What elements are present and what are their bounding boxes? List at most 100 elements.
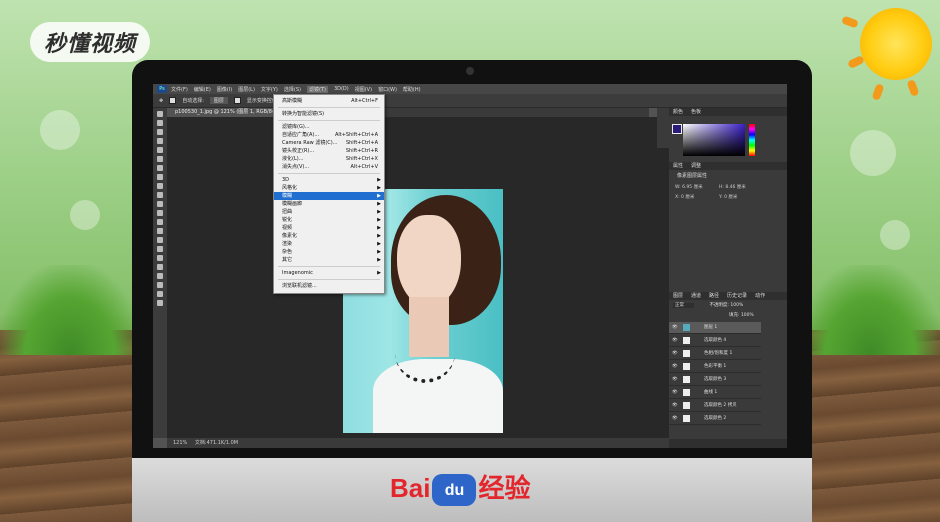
menu-4[interactable]: 文字(Y) — [261, 86, 278, 93]
visibility-eye-icon[interactable]: 👁 — [672, 413, 678, 424]
tab-swatches[interactable]: 色板 — [687, 109, 705, 115]
visibility-eye-icon[interactable]: 👁 — [672, 374, 678, 385]
tool-icon[interactable] — [157, 147, 163, 153]
opacity-field[interactable]: 不透明度: 100% — [709, 303, 743, 308]
tool-icon[interactable] — [157, 246, 163, 252]
tool-icon[interactable] — [157, 165, 163, 171]
filter-menu-item[interactable]: 扭曲 ▶ — [274, 208, 384, 216]
filter-menu-item[interactable]: 模糊 ▶ — [274, 192, 384, 200]
tool-icon[interactable] — [157, 228, 163, 234]
menu-8[interactable]: 视图(V) — [355, 86, 372, 93]
document-tab[interactable]: p100530_1.jpg @ 121% (图层 1, RGB/8#) × — [169, 108, 290, 117]
tool-icon[interactable] — [157, 201, 163, 207]
layer-row[interactable]: 👁 选取颜色 2 — [669, 413, 761, 425]
tool-icon[interactable] — [157, 219, 163, 225]
auto-select-checkbox[interactable] — [169, 97, 177, 104]
tool-icon[interactable] — [157, 291, 163, 297]
filter-menu-item[interactable]: 3D ▶ — [274, 176, 384, 184]
hue-slider[interactable] — [749, 124, 755, 156]
tool-icon[interactable] — [157, 264, 163, 270]
tool-icon[interactable] — [157, 156, 163, 162]
x-field[interactable]: X: 0 厘米 — [675, 194, 694, 200]
layer-row[interactable]: 👁 曲线 1 — [669, 387, 761, 399]
tool-icon[interactable] — [157, 273, 163, 279]
visibility-eye-icon[interactable]: 👁 — [672, 387, 678, 398]
visibility-eye-icon[interactable]: 👁 — [672, 348, 678, 359]
tool-icon[interactable] — [157, 120, 163, 126]
filter-menu-item[interactable]: 高斯模糊 Alt+Ctrl+F — [274, 97, 384, 105]
filter-menu-item[interactable]: 转换为智能滤镜(S) — [274, 110, 384, 118]
tool-icon[interactable] — [157, 237, 163, 243]
filter-menu-item[interactable]: 风格化 ▶ — [274, 184, 384, 192]
show-transform-checkbox[interactable] — [233, 97, 241, 104]
layers-tab[interactable]: 动作 — [751, 293, 769, 299]
menu-10[interactable]: 帮助(H) — [403, 86, 421, 93]
tool-icon[interactable] — [157, 138, 163, 144]
visibility-eye-icon[interactable]: 👁 — [672, 361, 678, 372]
filter-menu-item[interactable]: 浏览联机滤镜... — [274, 282, 384, 290]
filter-menu-item[interactable]: 滤镜库(G)... — [274, 123, 384, 131]
move-tool-icon[interactable]: ✥ — [159, 98, 163, 104]
baidu-text: Bai — [390, 473, 431, 503]
tool-icon[interactable] — [157, 255, 163, 261]
menu-0[interactable]: 文件(F) — [171, 86, 188, 93]
filter-menu-item[interactable]: Camera Raw 滤镜(C)... Shift+Ctrl+A — [274, 139, 384, 147]
tool-icon[interactable] — [157, 282, 163, 288]
menu-1[interactable]: 编辑(E) — [194, 86, 211, 93]
tool-icon[interactable] — [157, 210, 163, 216]
filter-menu-item[interactable]: 消失点(V)... Alt+Ctrl+V — [274, 163, 384, 171]
layers-tab[interactable]: 图层 — [669, 293, 687, 299]
layer-row[interactable]: 👁 选取颜色 3 — [669, 374, 761, 386]
menu-5[interactable]: 选择(S) — [284, 86, 301, 93]
document-canvas[interactable] — [167, 117, 669, 438]
menu-6[interactable]: 滤镜(T) — [306, 85, 328, 93]
filter-menu-item[interactable]: Imagenomic ▶ — [274, 269, 384, 277]
visibility-eye-icon[interactable]: 👁 — [672, 322, 678, 333]
y-field[interactable]: Y: 0 厘米 — [719, 194, 737, 200]
layers-tab[interactable]: 路径 — [705, 293, 723, 299]
layers-footer — [669, 439, 787, 448]
color-picker-field[interactable] — [683, 124, 745, 156]
tab-color[interactable]: 颜色 — [669, 109, 687, 115]
tool-icon[interactable] — [157, 300, 163, 306]
tab-properties[interactable]: 属性 — [669, 163, 687, 169]
layer-row[interactable]: 👁 选取颜色 2 拷贝 — [669, 400, 761, 412]
width-field[interactable]: W: 6.95 厘米 — [675, 184, 703, 190]
menu-2[interactable]: 图像(I) — [217, 86, 232, 93]
layer-row[interactable]: 👁 选取颜色 4 — [669, 335, 761, 347]
menu-3[interactable]: 图层(L) — [238, 86, 255, 93]
filter-menu-item[interactable]: 镜头校正(R)... Shift+Ctrl+R — [274, 147, 384, 155]
tool-icon[interactable] — [157, 129, 163, 135]
filter-menu-item[interactable]: 渲染 ▶ — [274, 240, 384, 248]
filter-menu-item[interactable]: 液化(L)... Shift+Ctrl+X — [274, 155, 384, 163]
layers-tab[interactable]: 历史记录 — [723, 293, 751, 299]
layer-row[interactable]: 👁 图层 1 — [669, 322, 761, 334]
tool-icon[interactable] — [157, 174, 163, 180]
tool-icon[interactable] — [157, 111, 163, 117]
submenu-arrow-icon: ▶ — [377, 185, 381, 191]
layer-row[interactable]: 👁 色相/饱和度 1 — [669, 348, 761, 360]
tab-adjustments[interactable]: 调整 — [687, 163, 705, 169]
zoom-level[interactable]: 121% — [167, 440, 193, 446]
filter-menu-item[interactable]: 自适应广角(A)... Alt+Shift+Ctrl+A — [274, 131, 384, 139]
tool-icon[interactable] — [157, 192, 163, 198]
menu-7[interactable]: 3D(D) — [334, 86, 349, 92]
auto-select-dropdown[interactable]: 图层 — [209, 97, 228, 104]
foreground-color-swatch[interactable] — [672, 124, 682, 134]
filter-menu-item[interactable]: 像素化 ▶ — [274, 232, 384, 240]
blend-mode-dropdown[interactable]: 正常 — [673, 303, 694, 308]
layers-tab[interactable]: 通道 — [687, 293, 705, 299]
fill-field[interactable]: 填充: 100% — [729, 312, 754, 318]
visibility-eye-icon[interactable]: 👁 — [672, 335, 678, 346]
menu-item-label: 杂色 — [282, 249, 293, 255]
menu-9[interactable]: 窗口(W) — [378, 86, 397, 93]
filter-menu-item[interactable]: 模糊画廊 ▶ — [274, 200, 384, 208]
filter-menu-item[interactable]: 杂色 ▶ — [274, 248, 384, 256]
visibility-eye-icon[interactable]: 👁 — [672, 400, 678, 411]
filter-menu-item[interactable]: 其它 ▶ — [274, 256, 384, 264]
tool-icon[interactable] — [157, 183, 163, 189]
filter-menu-item[interactable]: 锐化 ▶ — [274, 216, 384, 224]
filter-menu-item[interactable]: 视频 ▶ — [274, 224, 384, 232]
layer-row[interactable]: 👁 色彩平衡 1 — [669, 361, 761, 373]
height-field[interactable]: H: 8.46 厘米 — [719, 184, 746, 190]
